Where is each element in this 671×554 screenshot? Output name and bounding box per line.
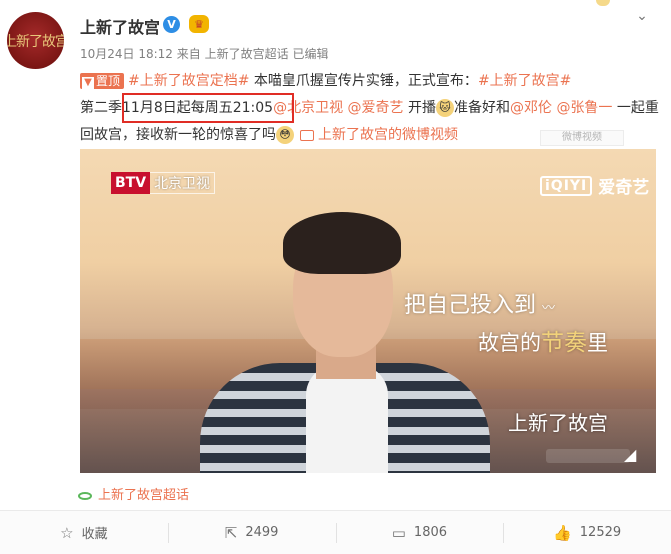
like-count: 12529	[579, 525, 622, 540]
topic-link[interactable]: 上新了故宫超话	[78, 484, 189, 503]
repost-button[interactable]: ⇱ 2499	[167, 511, 336, 554]
user-name[interactable]: 上新了故宫	[80, 14, 160, 38]
thumbs-up-icon: 👍	[553, 523, 572, 542]
mention-link[interactable]: @张鲁一	[556, 100, 612, 116]
action-bar: ☆ 收藏 ⇱ 2499 ▭ 1806 👍 12529	[0, 510, 671, 554]
person-hair	[283, 212, 401, 274]
video-caption-line1: 把自己投入到〰	[404, 293, 556, 318]
chevron-down-icon[interactable]: ⌄	[634, 8, 650, 24]
post-text-segment: 开播	[403, 100, 436, 116]
iqiyi-box: iQIYI	[540, 175, 593, 196]
topic-icon	[78, 491, 92, 500]
verified-icon: V	[163, 16, 180, 33]
corner-watermark: 微博视频	[540, 130, 624, 146]
video-player[interactable]: BTV 北京卫视 iQIYI 爱奇艺 把自己投入到〰 故宫的节奏里 上新了故宫 …	[80, 149, 656, 473]
mention-link[interactable]: @邓伦	[510, 100, 552, 116]
cat-emoji-icon: 🐱	[435, 99, 454, 117]
video-link[interactable]: 上新了故宫的微博视频	[318, 127, 458, 143]
source-link[interactable]: 上新了故宫超话	[205, 47, 289, 61]
highlight-box	[122, 93, 294, 123]
video-caption-line2: 故宫的节奏里	[478, 330, 608, 356]
pinned-badge: ▼ 置顶	[80, 73, 125, 89]
avatar-text: 上新了故宫	[7, 33, 64, 50]
iqiyi-label: 爱奇艺	[598, 178, 650, 198]
iqiyi-logo: iQIYI 爱奇艺	[540, 173, 649, 198]
surprised-emoji-icon: 😳	[276, 126, 294, 144]
mention-link[interactable]: @爱奇艺	[348, 100, 404, 116]
edited-label: 已编辑	[292, 47, 329, 61]
post-date[interactable]: 10月24日 18:12	[80, 47, 173, 61]
show-logo: 上新了故宫	[508, 411, 608, 435]
favorite-button[interactable]: ☆ 收藏	[0, 511, 168, 554]
share-icon: ⇱	[224, 523, 238, 542]
comment-button[interactable]: ▭ 1806	[335, 511, 504, 554]
star-icon: ☆	[60, 523, 74, 542]
decoration-strip	[596, 0, 610, 6]
video-watermark	[546, 449, 630, 463]
post-text-segment: 准备好和	[453, 100, 510, 116]
hashtag-link[interactable]: #上新了故宫定档#	[128, 73, 249, 89]
like-button[interactable]: 👍 12529	[503, 511, 671, 554]
comment-icon: ▭	[391, 523, 406, 542]
btv-logo: BTV 北京卫视	[111, 172, 216, 194]
post-text-segment: 第二季	[80, 100, 122, 116]
post-meta: 10月24日 18:12 来自 上新了故宫超话 已编辑	[80, 45, 328, 62]
pin-icon: ▼	[82, 77, 94, 89]
source-prefix: 来自	[176, 47, 201, 61]
repost-count: 2499	[245, 525, 279, 540]
hashtag-link[interactable]: #上新了故宫#	[478, 73, 571, 89]
channel-label: 北京卫视	[150, 172, 216, 194]
favorite-label: 收藏	[81, 527, 108, 542]
comment-count: 1806	[413, 525, 448, 540]
avatar[interactable]: 上新了故宫	[7, 12, 64, 69]
post-text-segment: 本喵皇爪握宣传片实锤，正式宣布：	[249, 73, 478, 89]
person-shirt	[306, 365, 388, 473]
mute-icon[interactable]: ◢	[624, 445, 636, 464]
member-badge-icon[interactable]: ♛	[189, 15, 209, 33]
video-icon	[300, 129, 314, 141]
btv-label: BTV	[111, 172, 151, 194]
